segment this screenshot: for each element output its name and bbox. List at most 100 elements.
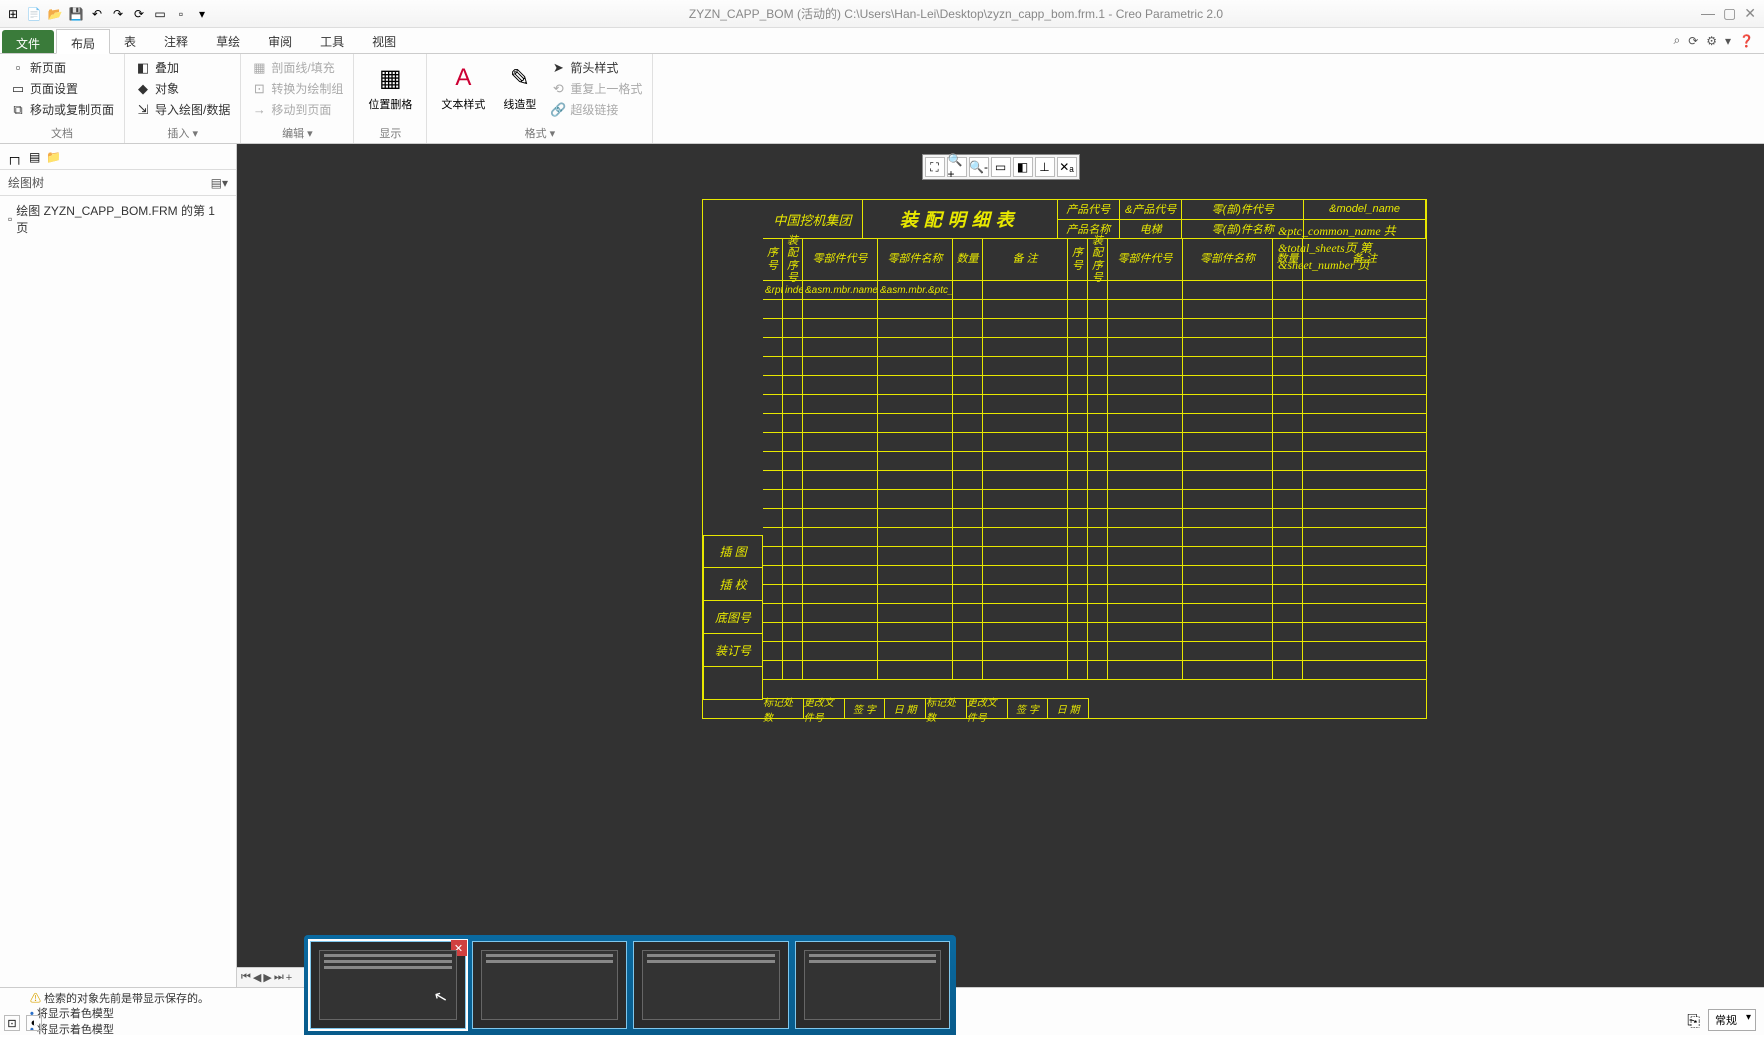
tab-annotate[interactable]: 注释 bbox=[150, 28, 202, 53]
tab-view[interactable]: 视图 bbox=[358, 28, 410, 53]
prev-sheet-icon[interactable]: ◀ bbox=[253, 971, 261, 984]
preview-window-4[interactable] bbox=[795, 941, 951, 1029]
layers-icon[interactable]: ▤ bbox=[29, 150, 40, 164]
left-label-block: 插 图 插 校 底图号 装订号 bbox=[703, 535, 763, 700]
settings-icon[interactable]: ⚙ bbox=[1706, 34, 1717, 48]
zoom-out-icon[interactable]: 🔍- bbox=[969, 157, 989, 177]
save-icon[interactable]: 💾 bbox=[67, 5, 85, 23]
regen-icon[interactable]: ⟳ bbox=[130, 5, 148, 23]
status-info: 将显示着色模型 bbox=[30, 1023, 209, 1038]
taskbar-previews: ✕ bbox=[304, 935, 956, 1035]
add-sheet-icon[interactable]: + bbox=[286, 972, 292, 984]
preview-window-2[interactable] bbox=[472, 941, 628, 1029]
refresh-icon[interactable]: ⟳ bbox=[1688, 34, 1698, 48]
qat-menu-icon[interactable]: ▾ bbox=[193, 5, 211, 23]
panel-format: A文本样式 ✎线造型 ➤箭头样式 ⟲重复上一格式 🔗超级链接 格式 ▾ bbox=[427, 54, 653, 143]
tab-file[interactable]: 文件 bbox=[2, 30, 54, 53]
table-row bbox=[763, 471, 1426, 490]
tree-icon[interactable]: ┌┐ bbox=[6, 150, 23, 164]
arrow-style-button[interactable]: ➤箭头样式 bbox=[548, 58, 644, 77]
preview-window-3[interactable] bbox=[633, 941, 789, 1029]
move-copy-sheet-button[interactable]: ⧉移动或复制页面 bbox=[8, 100, 116, 119]
sidebar-toolbar: ┌┐ ▤ 📁 bbox=[0, 144, 236, 170]
overlay-button[interactable]: ◧叠加 bbox=[133, 58, 232, 77]
sig-cell: 标记处数 bbox=[926, 699, 967, 718]
view-toolbar: ⛶ 🔍+ 🔍- ▭ ◧ ⊥ ✕ₐ bbox=[922, 154, 1080, 180]
convert-group-button: ⊡转换为绘制组 bbox=[249, 79, 345, 98]
annotation-icon[interactable]: ✕ₐ bbox=[1057, 157, 1077, 177]
col-asm-seq2: 装配序号 bbox=[1088, 239, 1108, 280]
line-style-button[interactable]: ✎线造型 bbox=[497, 58, 542, 123]
copy-icon: ⧉ bbox=[10, 102, 26, 118]
overlay-icon: ◧ bbox=[135, 60, 151, 76]
zoom-in-icon[interactable]: 🔍+ bbox=[947, 157, 967, 177]
sidebar-header: 绘图树 ▤▾ bbox=[0, 170, 236, 196]
tree-settings-icon[interactable]: ▤▾ bbox=[211, 176, 228, 190]
page-icon: ▫ bbox=[10, 60, 26, 76]
sig-cell: 日 期 bbox=[885, 699, 926, 718]
status-tool1-icon[interactable]: ⊡ bbox=[4, 1015, 20, 1031]
import-button[interactable]: ⇲导入绘图/数据 bbox=[133, 100, 232, 119]
new-sheet-button[interactable]: ▫新页面 bbox=[8, 58, 116, 77]
drawing-canvas[interactable]: ⛶ 🔍+ 🔍- ▭ ◧ ⊥ ✕ₐ 插 图 插 校 底图号 装订号 中国挖机集团 … bbox=[237, 144, 1764, 987]
redo-icon[interactable]: ↷ bbox=[109, 5, 127, 23]
table-column-headers: 序号 装配序号 零部件代号 零部件名称 数量 备 注 序号 装配序号 零部件代号… bbox=[763, 239, 1426, 281]
datum-icon[interactable]: ⊥ bbox=[1035, 157, 1055, 177]
folder-icon[interactable]: 📁 bbox=[46, 150, 61, 164]
panel-label: 显示 bbox=[362, 123, 418, 141]
panel-document: ▫新页面 ▭页面设置 ⧉移动或复制页面 文档 bbox=[0, 54, 125, 143]
selection-filter-icon[interactable]: ⎘ bbox=[1687, 1013, 1700, 1031]
tab-review[interactable]: 审阅 bbox=[254, 28, 306, 53]
help-icon[interactable]: ❓ bbox=[1739, 34, 1754, 48]
window-controls: — ▢ ✕ bbox=[1701, 5, 1760, 22]
object-button[interactable]: ◆对象 bbox=[133, 79, 232, 98]
tab-sketch[interactable]: 草绘 bbox=[202, 28, 254, 53]
grid-button[interactable]: ▦位置删格 bbox=[362, 58, 418, 123]
ribbon: ▫新页面 ▭页面设置 ⧉移动或复制页面 文档 ◧叠加 ◆对象 ⇲导入绘图/数据 … bbox=[0, 54, 1764, 144]
table-row bbox=[763, 376, 1426, 395]
col-seq: 序号 bbox=[763, 239, 783, 280]
search-icon[interactable]: ⌕ bbox=[1673, 33, 1680, 48]
first-sheet-icon[interactable]: ⏮ bbox=[241, 971, 251, 984]
window-icon[interactable]: ▭ bbox=[151, 5, 169, 23]
status-warning: 检索的对象先前是带显示保存的。 bbox=[30, 992, 209, 1007]
status-tool2-icon[interactable]: ◐ bbox=[26, 1015, 42, 1031]
last-sheet-icon[interactable]: ⏭ bbox=[274, 971, 284, 984]
col-part-name: 零部件名称 bbox=[878, 239, 953, 280]
col-remark2: 备 注 bbox=[1303, 239, 1426, 280]
table-row bbox=[763, 395, 1426, 414]
new-icon[interactable]: 📄 bbox=[25, 5, 43, 23]
import-icon: ⇲ bbox=[135, 102, 151, 118]
col-remark: 备 注 bbox=[983, 239, 1068, 280]
left-label: 插 校 bbox=[703, 568, 763, 601]
window-title: ZYZN_CAPP_BOM (活动的) C:\Users\Han-Lei\Des… bbox=[211, 5, 1701, 22]
left-label bbox=[703, 667, 763, 700]
next-sheet-icon[interactable]: ▶ bbox=[263, 971, 271, 984]
text-style-button[interactable]: A文本样式 bbox=[435, 58, 491, 123]
tab-tools[interactable]: 工具 bbox=[306, 28, 358, 53]
display-style-icon[interactable]: ◧ bbox=[1013, 157, 1033, 177]
sig-cell: 签 字 bbox=[1008, 699, 1049, 718]
signature-row: 标记处数 更改文件号 签 字 日 期 标记处数 更改文件号 签 字 日 期 bbox=[763, 698, 1089, 718]
open-icon[interactable]: 📂 bbox=[46, 5, 64, 23]
selection-filter-combo[interactable]: 常规 bbox=[1708, 1009, 1756, 1031]
table-row bbox=[763, 338, 1426, 357]
close-icon[interactable]: ✕ bbox=[1744, 5, 1756, 22]
hyperlink-button: 🔗超级链接 bbox=[548, 100, 644, 119]
zoom-fit-icon[interactable]: ⛶ bbox=[925, 157, 945, 177]
tab-layout[interactable]: 布局 bbox=[56, 29, 110, 54]
page-setup-icon: ▭ bbox=[10, 81, 26, 97]
minimize-icon[interactable]: — bbox=[1701, 5, 1715, 22]
help-dropdown-icon[interactable]: ▾ bbox=[1725, 34, 1731, 48]
app-icon[interactable]: ⊞ bbox=[4, 5, 22, 23]
maximize-icon[interactable]: ▢ bbox=[1723, 5, 1736, 22]
move-icon: → bbox=[251, 102, 267, 118]
tab-table[interactable]: 表 bbox=[110, 28, 150, 53]
close-win-icon[interactable]: ▫ bbox=[172, 5, 190, 23]
ribbon-tabs: 文件 布局 表 注释 草绘 审阅 工具 视图 ⌕ ⟳ ⚙ ▾ ❓ bbox=[0, 28, 1764, 54]
undo-icon[interactable]: ↶ bbox=[88, 5, 106, 23]
table-row bbox=[763, 414, 1426, 433]
tree-item-sheet[interactable]: ▫ 绘图 ZYZN_CAPP_BOM.FRM 的第 1 页 bbox=[8, 202, 228, 236]
repaint-icon[interactable]: ▭ bbox=[991, 157, 1011, 177]
page-setup-button[interactable]: ▭页面设置 bbox=[8, 79, 116, 98]
